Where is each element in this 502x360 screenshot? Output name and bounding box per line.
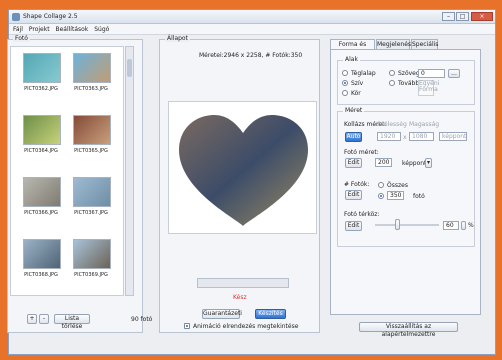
text-label: Szöveg: [398, 70, 420, 77]
heart-radio[interactable]: [342, 80, 348, 86]
spacing-label: Fotó térköz:: [344, 211, 380, 218]
photo-list-scrollbar[interactable]: [125, 46, 134, 296]
spacing-slider-handle[interactable]: [395, 219, 400, 230]
circle-label: Kör: [351, 90, 361, 97]
add-photo-button[interactable]: +: [27, 314, 37, 324]
more-radio[interactable]: [389, 80, 395, 86]
thumbnail-label: PICT0364.JPG: [24, 148, 58, 154]
photo-count-input[interactable]: 350: [387, 191, 404, 200]
rectangle-radio[interactable]: [342, 70, 348, 76]
photo-panel-title: Fotó: [13, 35, 30, 42]
height-input[interactable]: 1080: [409, 132, 434, 141]
text-browse-button[interactable]: ...: [448, 69, 460, 78]
shape-size-panel: Alak Téglalap Szöveg 0 ... Szív További …: [330, 49, 481, 315]
thumbnail-label: PICT0362.JPG: [24, 86, 58, 92]
width-label: Szélesség: [377, 121, 407, 128]
remove-photo-button[interactable]: -: [39, 314, 49, 324]
thumbnail-image[interactable]: [23, 115, 61, 145]
spacing-unit: %: [468, 222, 474, 229]
height-label: Magasság: [409, 121, 440, 128]
window-title: Shape Collage 2.5: [23, 13, 78, 20]
spacing-slider-track[interactable]: [375, 224, 439, 226]
shape-group-title: Alak: [343, 56, 360, 63]
width-input[interactable]: 1920: [377, 132, 401, 141]
menu-file[interactable]: Fájl: [13, 24, 23, 35]
spacing-input[interactable]: 60: [443, 221, 459, 230]
thumbnail-label: PICT0369.JPG: [74, 272, 108, 278]
thumbnail-image[interactable]: [73, 177, 111, 207]
menu-settings[interactable]: Beállítások: [55, 24, 88, 35]
create-button[interactable]: Készítés: [255, 309, 286, 319]
animation-label: Animáció elrendezés megtekintése: [193, 323, 299, 330]
tab-shape-size[interactable]: Forma és Méret: [330, 39, 375, 57]
custom-shape-preview: Egyéni Forma: [418, 80, 439, 96]
save-button[interactable]: Guarantázeti: [202, 309, 242, 319]
status-text: Kész: [233, 294, 247, 301]
tab-special[interactable]: Speciális: [411, 39, 438, 49]
spacing-edit-button[interactable]: Edit: [345, 221, 362, 231]
photo-size-label: Fotó méret:: [344, 149, 379, 156]
thumbnail-image[interactable]: [23, 239, 61, 269]
progress-bar: [197, 278, 289, 288]
minimize-button[interactable]: –: [442, 12, 455, 21]
circle-radio[interactable]: [342, 90, 348, 96]
photo-count-edit-button[interactable]: Edit: [345, 190, 362, 200]
thumbnail-label: PICT0367.JPG: [74, 210, 108, 216]
rectangle-label: Téglalap: [351, 70, 376, 77]
state-panel-title: Állapot: [165, 35, 190, 42]
thumbnail-image[interactable]: [73, 115, 111, 145]
tab-appearance[interactable]: Megjelenés: [376, 39, 411, 49]
thumbnail-image[interactable]: [73, 53, 111, 83]
close-button[interactable]: ×: [471, 12, 493, 21]
heart-collage-icon: [179, 115, 308, 226]
clear-list-button[interactable]: Lista törlése: [54, 314, 90, 330]
photo-size-unit: képpont: [402, 160, 427, 167]
collage-preview: [168, 101, 317, 234]
photo-count: 90 fotó: [131, 316, 153, 323]
thumbnail-image[interactable]: [23, 177, 61, 207]
photo-size-dropdown[interactable]: ▾: [425, 158, 432, 168]
photo-thumbnail-list[interactable]: PICT0362.JPG PICT0363.JPG PICT0364.JPG P…: [10, 46, 124, 296]
restore-defaults-button[interactable]: Visszaállítás az alapértelmezettre: [359, 322, 458, 338]
photo-size-edit-button[interactable]: Edit: [345, 158, 362, 168]
menu-bar: Fájl Projekt Beállítások Súgó: [9, 24, 495, 35]
thumbnail-image[interactable]: [73, 239, 111, 269]
photo-count-label: # Fotók:: [344, 181, 370, 188]
specific-count-radio[interactable]: [378, 193, 384, 199]
scroll-thumb[interactable]: [127, 59, 132, 77]
auto-size-button[interactable]: Auto: [345, 132, 362, 142]
thumbnail-label: PICT0366.JPG: [24, 210, 58, 216]
title-bar: Shape Collage 2.5 – □ ×: [9, 10, 495, 24]
all-photos-radio[interactable]: [378, 182, 384, 188]
thumbnail-image[interactable]: [23, 53, 61, 83]
size-separator: x: [403, 134, 407, 141]
size-group-title: Méret: [343, 107, 365, 114]
photo-size-input[interactable]: 200: [375, 158, 392, 167]
thumbnail-label: PICT0363.JPG: [74, 86, 108, 92]
maximize-button[interactable]: □: [456, 12, 469, 21]
app-icon: [12, 13, 20, 21]
unit-select[interactable]: képpont: [439, 132, 467, 141]
collage-info: Méretei:2946 x 2258, # Fotók:350: [199, 52, 303, 59]
text-radio[interactable]: [389, 70, 395, 76]
text-input[interactable]: 0: [418, 69, 445, 78]
menu-project[interactable]: Projekt: [29, 24, 50, 35]
spacing-spinner[interactable]: [461, 221, 466, 230]
animation-checkbox[interactable]: [184, 323, 190, 329]
photo-count-unit: fotó: [413, 193, 425, 200]
menu-help[interactable]: Súgó: [94, 24, 109, 35]
all-photos-label: Összes: [387, 182, 408, 189]
heart-label: Szív: [351, 80, 364, 87]
thumbnail-label: PICT0368.JPG: [24, 272, 58, 278]
thumbnail-label: PICT0365.JPG: [74, 148, 108, 154]
